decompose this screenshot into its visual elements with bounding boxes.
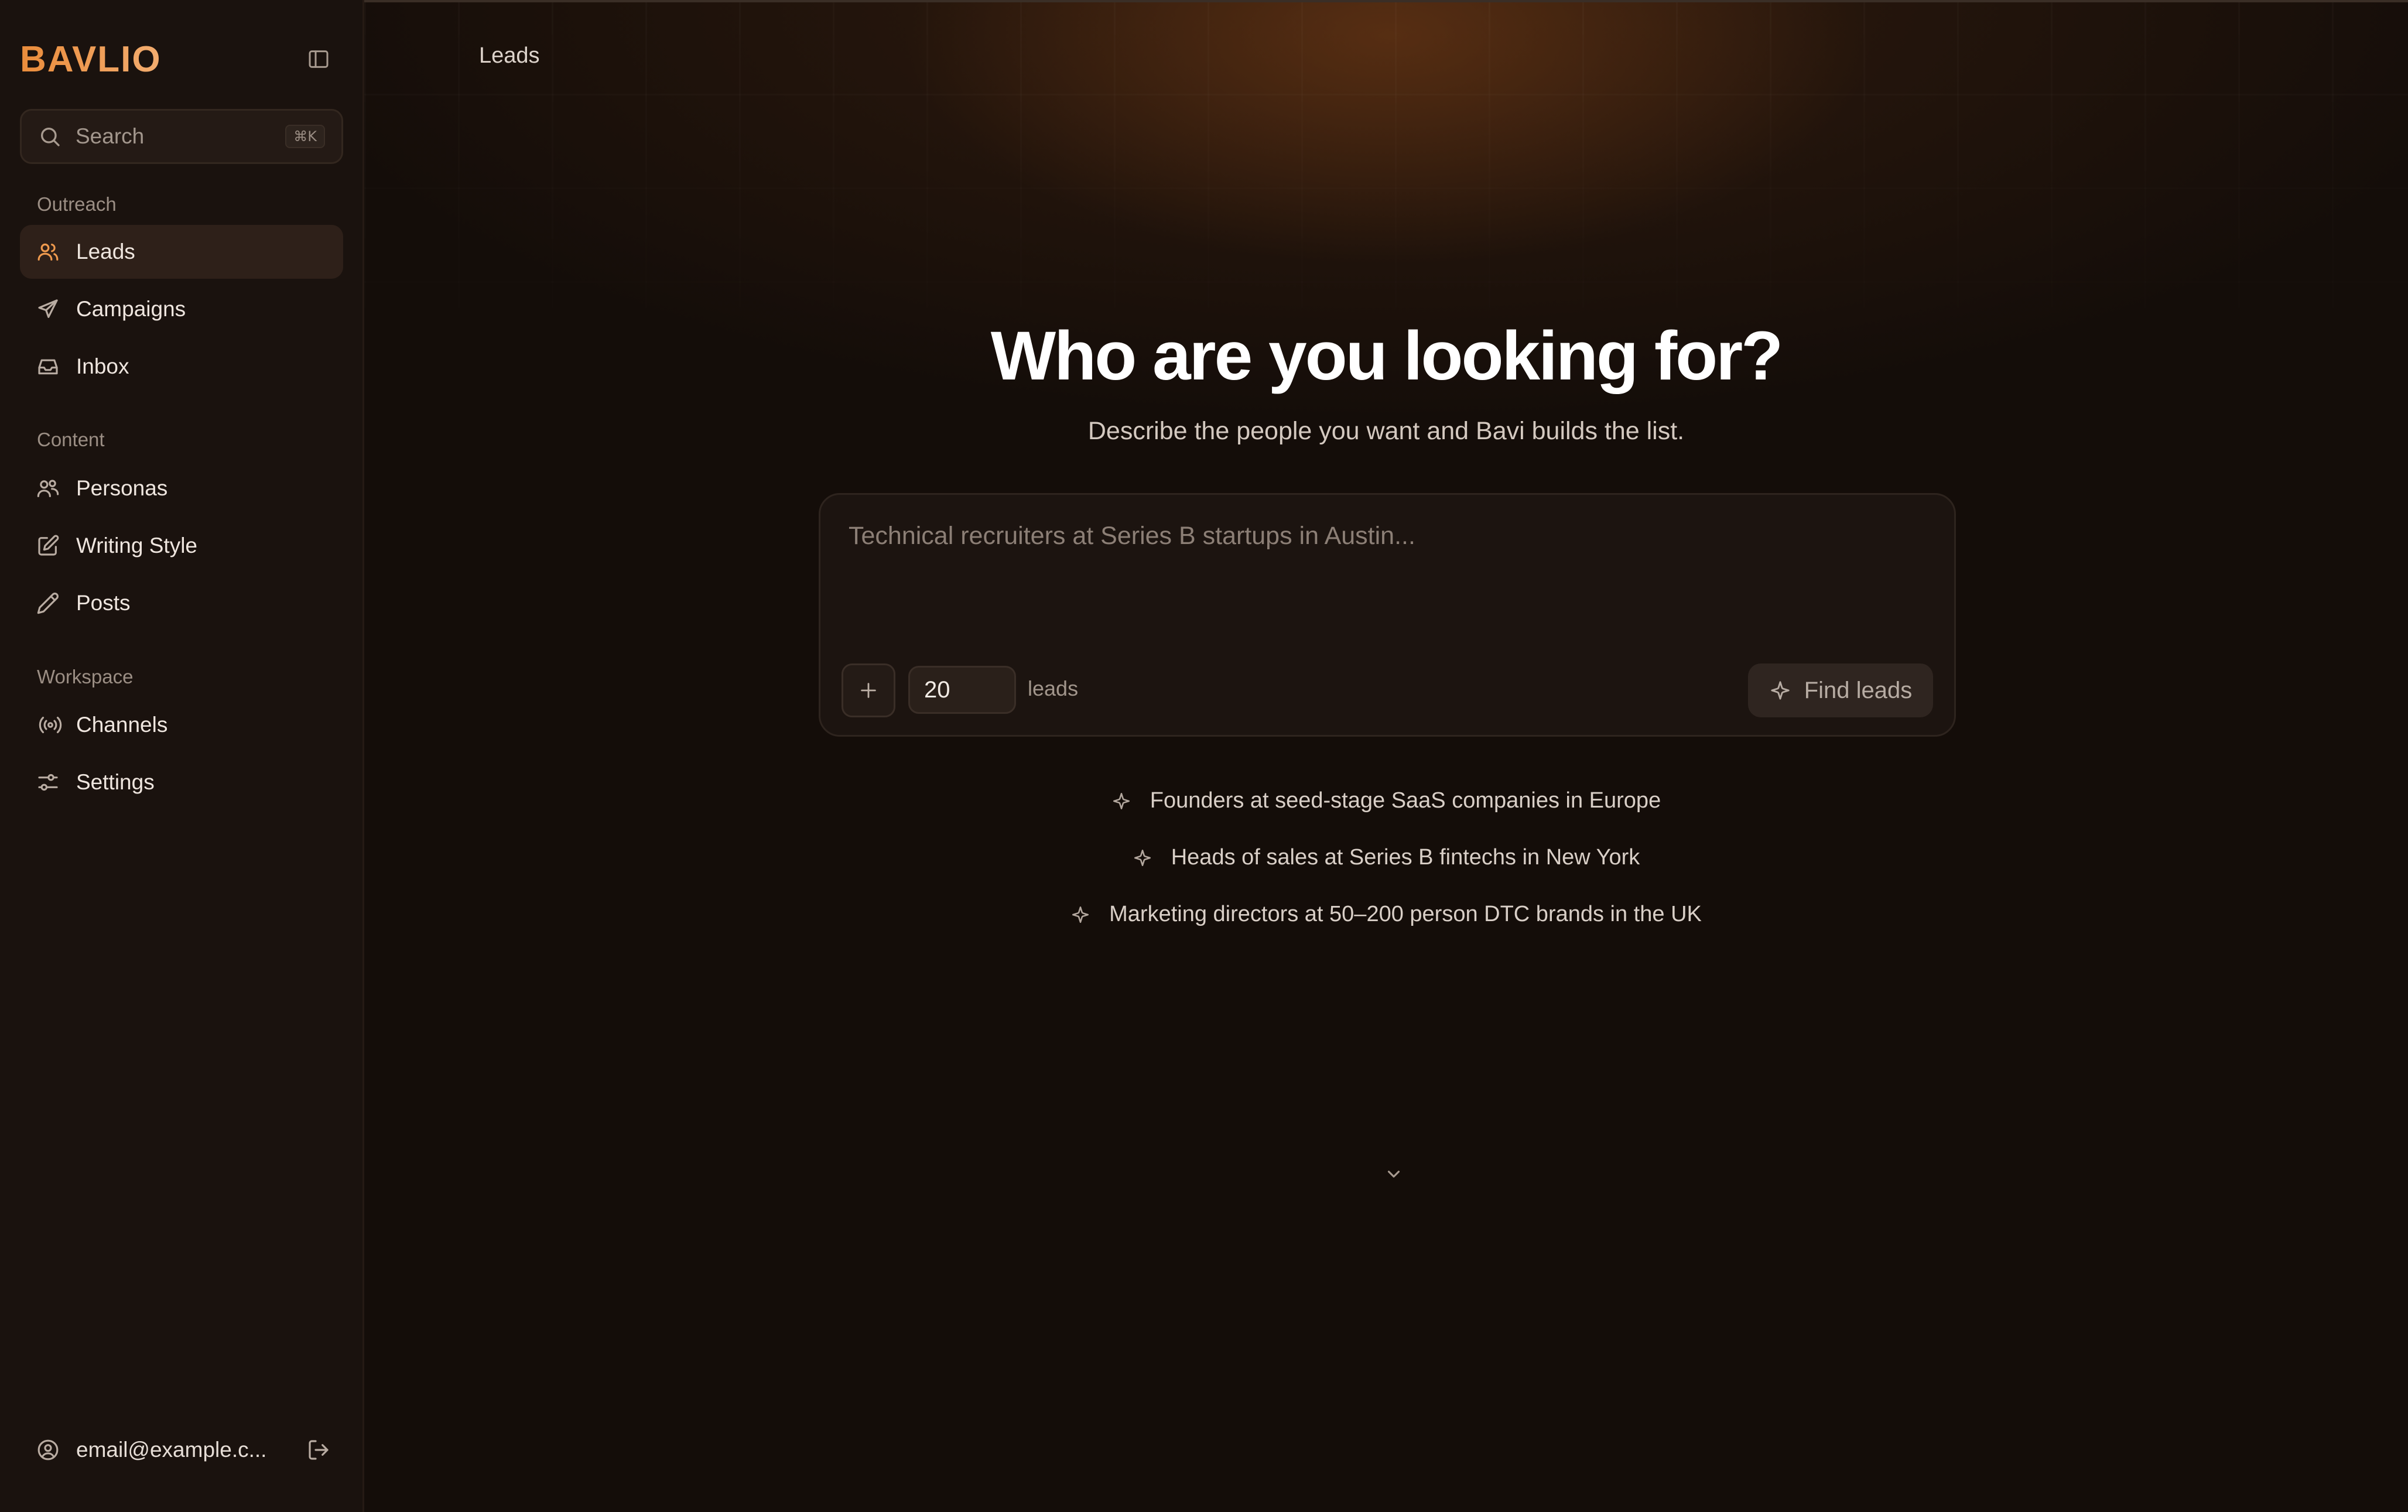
sidebar-item-label: Settings: [76, 770, 155, 794]
user-circle-icon: [37, 1439, 59, 1460]
sidebar-item-leads[interactable]: Leads: [20, 225, 343, 279]
sliders-icon: [38, 774, 58, 791]
suggestion-item[interactable]: Founders at seed-stage SaaS companies in…: [364, 788, 2408, 813]
sparkle-icon: [1771, 681, 1790, 700]
sidebar-item-label: Personas: [76, 476, 168, 500]
sparkle-icon: [1134, 849, 1151, 866]
sidebar-toggle-icon: [309, 50, 329, 68]
sidebar: BAVLIO Search ⌘K Outreach Leads Campaign…: [0, 0, 364, 1512]
sparkle-icon: [1072, 906, 1089, 923]
plus-icon: [861, 683, 876, 698]
section-title-workspace: Workspace: [37, 666, 134, 687]
pencil-icon: [37, 593, 59, 614]
suggestion-text: Founders at seed-stage SaaS companies in…: [1150, 788, 1661, 813]
brand-logo[interactable]: BAVLIO: [20, 39, 162, 80]
lead-query-input[interactable]: Technical recruiters at Series B startup…: [849, 522, 1415, 550]
logout-icon: [309, 1440, 329, 1460]
search-input[interactable]: Search ⌘K: [20, 109, 343, 164]
sidebar-item-label: Campaigns: [76, 297, 186, 321]
sidebar-item-inbox[interactable]: Inbox: [20, 340, 343, 394]
sidebar-item-label: Channels: [76, 713, 168, 737]
sidebar-item-label: Inbox: [76, 354, 129, 378]
sidebar-item-label: Posts: [76, 591, 131, 615]
sidebar-item-channels[interactable]: Channels: [20, 698, 343, 752]
brand-row: BAVLIO: [20, 33, 336, 85]
edit-icon: [38, 535, 59, 556]
search-shortcut-badge: ⌘K: [285, 125, 325, 148]
find-leads-button[interactable]: Find leads: [1748, 663, 1933, 717]
sparkle-icon: [1113, 792, 1130, 809]
sidebar-toggle-button[interactable]: [301, 42, 336, 77]
breadcrumb: Leads: [479, 43, 540, 68]
suggestion-text: Marketing directors at 50–200 person DTC…: [1109, 902, 1702, 926]
chevron-down-icon: [1387, 1171, 1400, 1178]
page-subtitle: Describe the people you want and Bavi bu…: [1087, 417, 1685, 445]
broadcast-icon: [39, 716, 62, 734]
app-shell: BAVLIO Search ⌘K Outreach Leads Campaign…: [0, 0, 2408, 1512]
send-icon: [38, 299, 58, 318]
scroll-down-button[interactable]: [1376, 1159, 1411, 1189]
sidebar-item-label: Leads: [76, 240, 135, 264]
sidebar-item-campaigns[interactable]: Campaigns: [20, 282, 343, 336]
find-leads-label: Find leads: [1804, 677, 1913, 703]
logout-button[interactable]: [301, 1432, 336, 1467]
search-icon: [41, 128, 60, 146]
lead-query-composer: Technical recruiters at Series B startup…: [819, 493, 1956, 737]
users-icon: [37, 243, 59, 261]
page-title: Who are you looking for?: [990, 317, 1784, 395]
inbox-icon: [38, 359, 58, 375]
account-footer: email@example.c...: [20, 1427, 336, 1473]
main-content: Leads Who are you looking for? Describe …: [364, 0, 2408, 1512]
lead-count-input[interactable]: 20: [908, 666, 1016, 714]
suggestion-item[interactable]: Heads of sales at Series B fintechs in N…: [364, 845, 2408, 870]
suggestion-text: Heads of sales at Series B fintechs in N…: [1171, 845, 1640, 870]
sidebar-item-label: Writing Style: [76, 533, 197, 557]
top-border: [364, 0, 2408, 2]
section-title-content: Content: [37, 429, 105, 450]
sidebar-item-settings[interactable]: Settings: [20, 755, 343, 809]
add-attachment-button[interactable]: [842, 663, 895, 717]
sidebar-item-posts[interactable]: Posts: [20, 576, 343, 630]
suggestion-item[interactable]: Marketing directors at 50–200 person DTC…: [364, 902, 2408, 927]
section-title-outreach: Outreach: [37, 193, 117, 215]
search-placeholder: Search: [76, 124, 145, 148]
lead-count-unit: leads: [1028, 676, 1079, 700]
sidebar-item-personas[interactable]: Personas: [20, 461, 343, 515]
personas-icon: [37, 480, 59, 497]
sidebar-item-writing-style[interactable]: Writing Style: [20, 519, 343, 573]
account-email[interactable]: email@example.c...: [76, 1438, 301, 1462]
